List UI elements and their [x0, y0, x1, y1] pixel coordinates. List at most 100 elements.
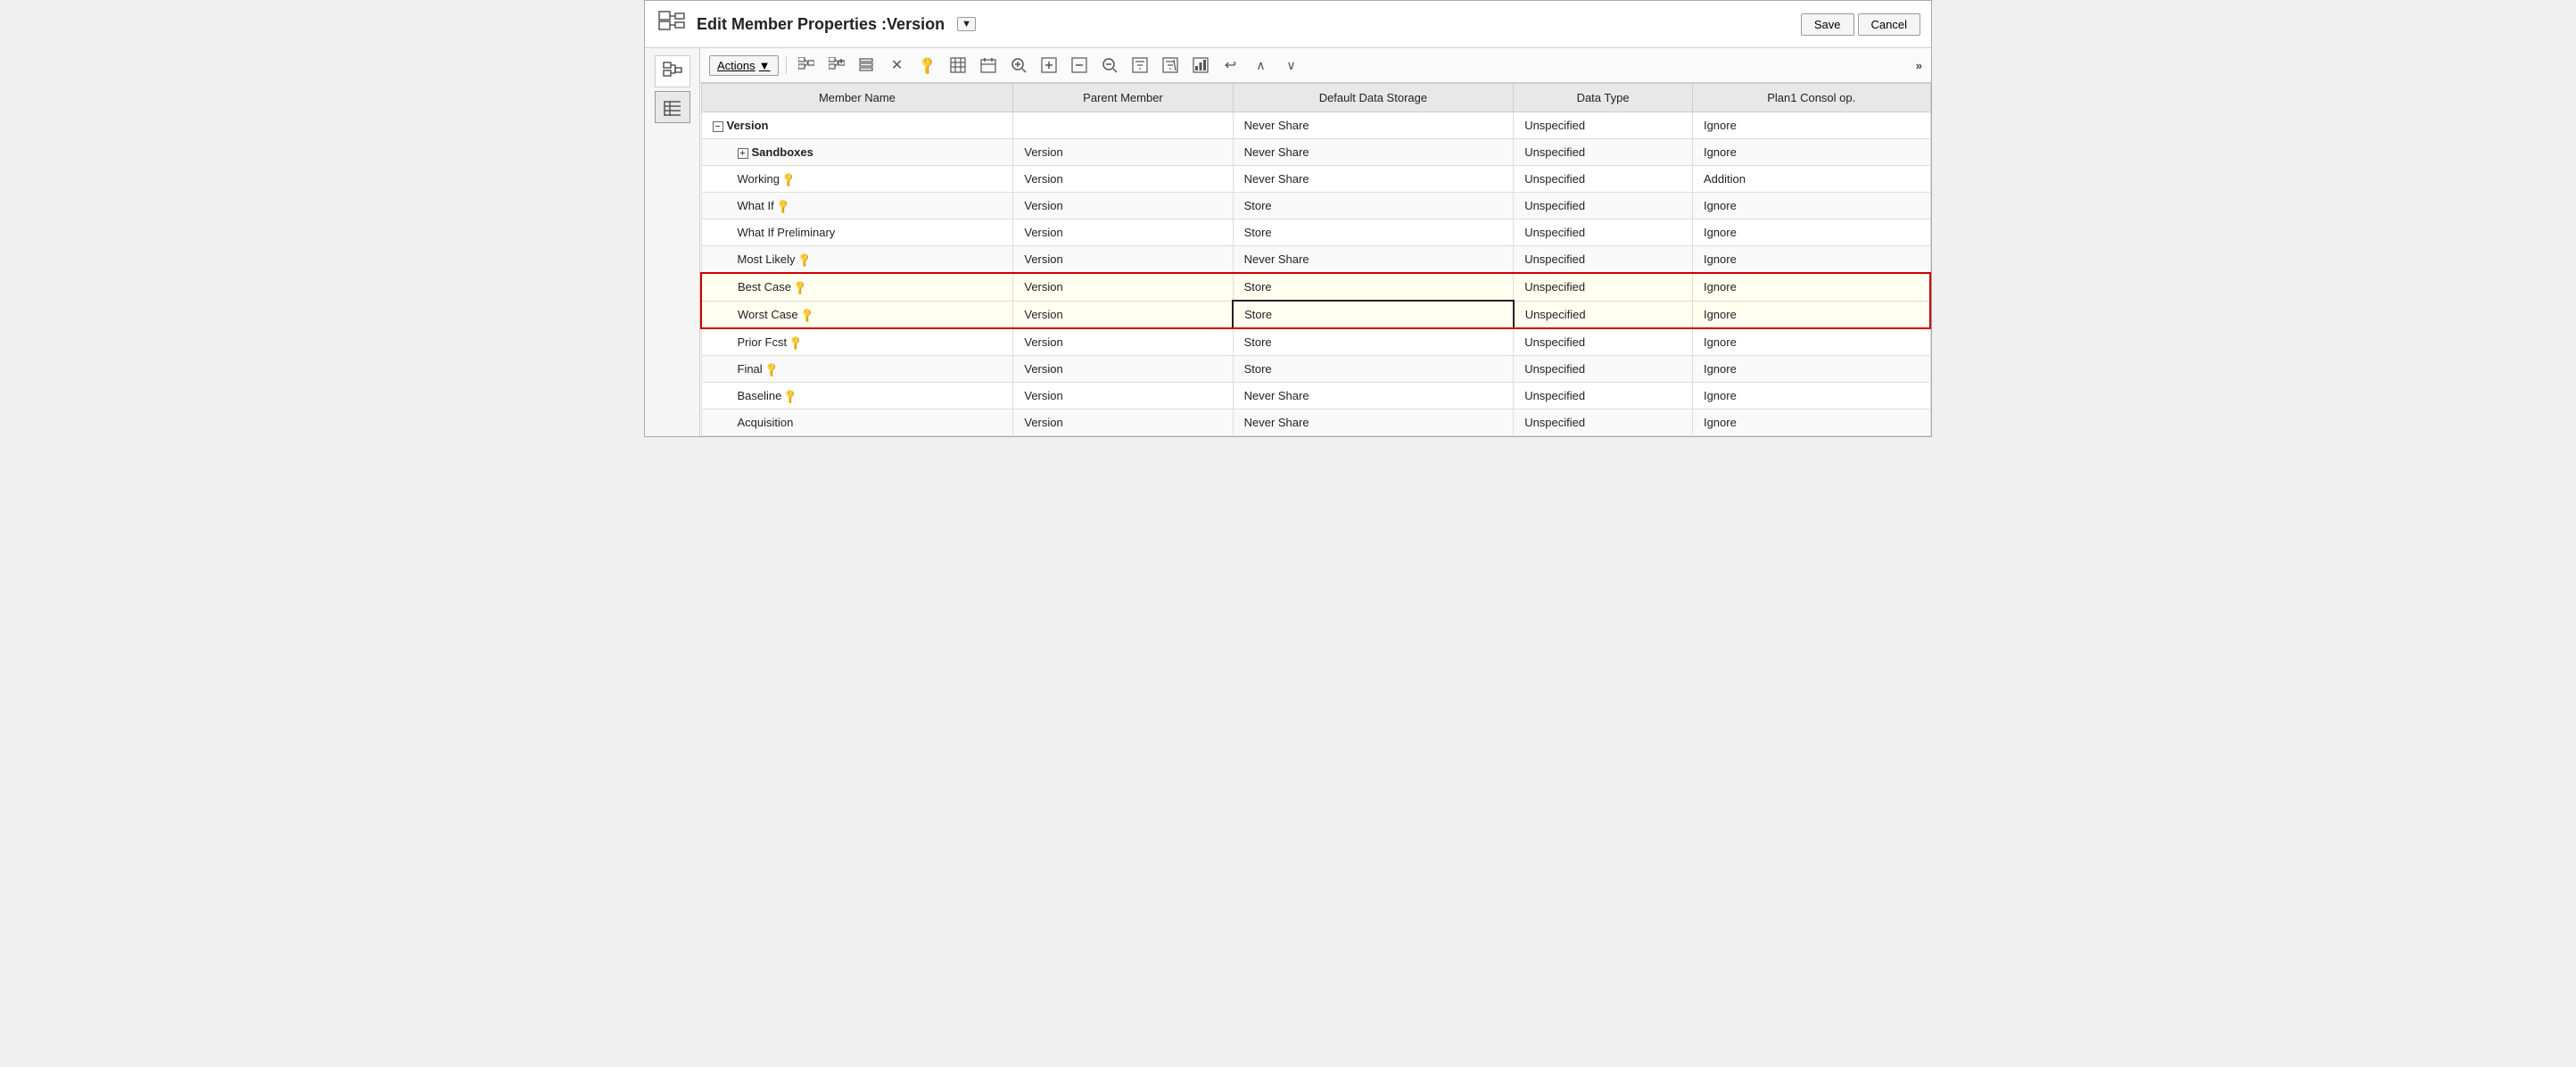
toolbar-chart-btn[interactable]: [1188, 54, 1213, 77]
key-icon-final: 🔑: [763, 361, 780, 378]
title-dropdown[interactable]: ▼: [957, 17, 976, 31]
cell-storage-prior-fcst[interactable]: Store: [1233, 328, 1514, 356]
cell-storage-version[interactable]: Never Share: [1233, 112, 1514, 139]
cell-datatype-final: Unspecified: [1514, 356, 1693, 383]
app-icon: [656, 8, 688, 40]
cell-storage-most-likely[interactable]: Never Share: [1233, 246, 1514, 274]
content-area: Actions ▼: [700, 48, 1931, 436]
cell-member-name-baseline: Baseline🔑: [701, 383, 1013, 409]
app-container: Edit Member Properties :Version ▼ Save C…: [644, 0, 1932, 437]
cell-consol-prior-fcst: Ignore: [1692, 328, 1930, 356]
toolbar: Actions ▼: [700, 48, 1931, 83]
cell-storage-working[interactable]: Never Share: [1233, 166, 1514, 193]
cell-storage-baseline[interactable]: Never Share: [1233, 383, 1514, 409]
cell-member-name-working: Working🔑: [701, 166, 1013, 193]
table-row-most-likely[interactable]: Most Likely🔑VersionNever ShareUnspecifie…: [701, 246, 1930, 274]
cancel-button[interactable]: Cancel: [1858, 13, 1920, 36]
toolbar-edit-member-btn[interactable]: [855, 54, 879, 77]
actions-dropdown-icon: ▼: [759, 59, 771, 72]
actions-button[interactable]: Actions ▼: [709, 55, 779, 76]
toolbar-expand-all-btn[interactable]: [1036, 54, 1061, 77]
cell-storage-sandboxes[interactable]: Never Share: [1233, 139, 1514, 166]
toolbar-schedule-btn[interactable]: [976, 54, 1001, 77]
col-plan1-consol-op: Plan1 Consol op.: [1692, 84, 1930, 112]
main-layout: Actions ▼: [645, 48, 1931, 436]
cell-consol-what-if-preliminary: Ignore: [1692, 219, 1930, 246]
toolbar-separator-1: [786, 56, 787, 74]
cell-parent-what-if-preliminary: Version: [1013, 219, 1233, 246]
toolbar-hierarchy-btn[interactable]: [794, 54, 819, 77]
cell-datatype-worst-case: Unspecified: [1514, 301, 1693, 328]
cell-storage-final[interactable]: Store: [1233, 356, 1514, 383]
table-row-baseline[interactable]: Baseline🔑VersionNever ShareUnspecifiedIg…: [701, 383, 1930, 409]
key-icon: 🔑: [916, 54, 937, 76]
sidebar-list-icon[interactable]: [655, 91, 690, 123]
cell-consol-worst-case: Ignore: [1692, 301, 1930, 328]
toolbar-more-btn[interactable]: »: [1916, 59, 1922, 72]
toolbar-move-down-btn[interactable]: ∨: [1279, 54, 1304, 77]
cell-storage-what-if[interactable]: Store: [1233, 193, 1514, 219]
cell-consol-what-if: Ignore: [1692, 193, 1930, 219]
toolbar-key-btn[interactable]: 🔑: [915, 54, 940, 77]
cell-parent-working: Version: [1013, 166, 1233, 193]
sidebar-hierarchy-icon[interactable]: [655, 55, 690, 87]
key-icon-worst-case: 🔑: [798, 307, 815, 324]
cell-member-name-final: Final🔑: [701, 356, 1013, 383]
toolbar-zoom-out-btn[interactable]: [1097, 54, 1122, 77]
table-row-acquisition[interactable]: AcquisitionVersionNever ShareUnspecified…: [701, 409, 1930, 436]
cell-member-name-sandboxes: +Sandboxes: [701, 139, 1013, 166]
toolbar-delete-btn[interactable]: ✕: [885, 54, 910, 77]
undo-icon: ↩: [1225, 56, 1236, 74]
table-row-version[interactable]: −VersionNever ShareUnspecifiedIgnore: [701, 112, 1930, 139]
cell-member-name-prior-fcst: Prior Fcst🔑: [701, 328, 1013, 356]
toolbar-add-child-btn[interactable]: [824, 54, 849, 77]
toolbar-zoom-in-btn[interactable]: [1006, 54, 1031, 77]
expand-icon-version[interactable]: −: [713, 121, 723, 132]
cell-parent-worst-case: Version: [1013, 301, 1233, 328]
cell-parent-prior-fcst: Version: [1013, 328, 1233, 356]
cell-datatype-most-likely: Unspecified: [1514, 246, 1693, 274]
up-icon: ∧: [1256, 58, 1265, 73]
cell-member-name-acquisition: Acquisition: [701, 409, 1013, 436]
col-parent-member: Parent Member: [1013, 84, 1233, 112]
cell-datatype-baseline: Unspecified: [1514, 383, 1693, 409]
header-left: Edit Member Properties :Version ▼: [656, 8, 976, 40]
table-row-sandboxes[interactable]: +SandboxesVersionNever ShareUnspecifiedI…: [701, 139, 1930, 166]
cell-consol-acquisition: Ignore: [1692, 409, 1930, 436]
cell-datatype-what-if: Unspecified: [1514, 193, 1693, 219]
expand-icon-sandboxes[interactable]: +: [738, 148, 748, 159]
toolbar-move-up-btn[interactable]: ∧: [1249, 54, 1274, 77]
toolbar-undo-btn[interactable]: ↩: [1218, 54, 1243, 77]
col-member-name: Member Name: [701, 84, 1013, 112]
cell-datatype-sandboxes: Unspecified: [1514, 139, 1693, 166]
table-row-what-if[interactable]: What If🔑VersionStoreUnspecifiedIgnore: [701, 193, 1930, 219]
save-button[interactable]: Save: [1801, 13, 1854, 36]
cell-consol-best-case: Ignore: [1692, 273, 1930, 301]
col-default-data-storage: Default Data Storage: [1233, 84, 1514, 112]
cell-parent-baseline: Version: [1013, 383, 1233, 409]
cell-storage-acquisition[interactable]: Never Share: [1233, 409, 1514, 436]
table-row-prior-fcst[interactable]: Prior Fcst🔑VersionStoreUnspecifiedIgnore: [701, 328, 1930, 356]
table-row-working[interactable]: Working🔑VersionNever ShareUnspecifiedAdd…: [701, 166, 1930, 193]
toolbar-collapse-all-btn[interactable]: [1067, 54, 1092, 77]
table-row-worst-case[interactable]: Worst Case🔑VersionStoreUnspecifiedIgnore: [701, 301, 1930, 328]
key-icon-most-likely: 🔑: [796, 252, 813, 269]
cell-consol-final: Ignore: [1692, 356, 1930, 383]
cell-parent-best-case: Version: [1013, 273, 1233, 301]
toolbar-filter2-btn[interactable]: [1158, 54, 1183, 77]
cell-storage-worst-case[interactable]: Store: [1233, 301, 1514, 328]
table-row-what-if-preliminary[interactable]: What If PreliminaryVersionStoreUnspecifi…: [701, 219, 1930, 246]
cell-storage-what-if-preliminary[interactable]: Store: [1233, 219, 1514, 246]
cell-parent-final: Version: [1013, 356, 1233, 383]
key-icon-what-if: 🔑: [774, 198, 791, 215]
key-icon-baseline: 🔑: [782, 388, 799, 405]
cell-storage-best-case[interactable]: Store: [1233, 273, 1514, 301]
table-row-final[interactable]: Final🔑VersionStoreUnspecifiedIgnore: [701, 356, 1930, 383]
cell-parent-most-likely: Version: [1013, 246, 1233, 274]
table-row-best-case[interactable]: Best Case🔑VersionStoreUnspecifiedIgnore: [701, 273, 1930, 301]
table-container: Member Name Parent Member Default Data S…: [700, 83, 1931, 436]
cell-datatype-prior-fcst: Unspecified: [1514, 328, 1693, 356]
members-table: Member Name Parent Member Default Data S…: [700, 83, 1931, 436]
toolbar-table-btn[interactable]: [945, 54, 970, 77]
toolbar-filter-btn[interactable]: [1127, 54, 1152, 77]
